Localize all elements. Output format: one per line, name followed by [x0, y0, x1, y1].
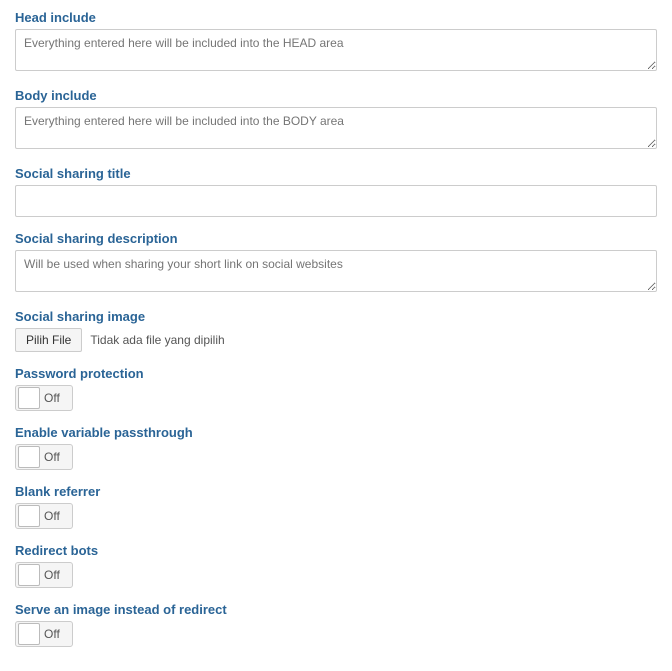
head-include-group: Head include: [15, 10, 657, 74]
redirect-bots-toggle-row: Off: [15, 562, 657, 588]
variable-passthrough-toggle[interactable]: Off: [15, 444, 73, 470]
serve-image-group: Serve an image instead of redirect Off: [15, 602, 657, 647]
variable-passthrough-toggle-row: Off: [15, 444, 657, 470]
serve-image-toggle-row: Off: [15, 621, 657, 647]
toggle-knob: [18, 446, 40, 468]
blank-referrer-toggle-row: Off: [15, 503, 657, 529]
redirect-bots-toggle[interactable]: Off: [15, 562, 73, 588]
blank-referrer-toggle[interactable]: Off: [15, 503, 73, 529]
blank-referrer-label: Blank referrer: [15, 484, 657, 499]
blank-referrer-group: Blank referrer Off: [15, 484, 657, 529]
password-protection-group: Password protection Off: [15, 366, 657, 411]
social-title-group: Social sharing title: [15, 166, 657, 217]
password-protection-toggle-row: Off: [15, 385, 657, 411]
serve-image-toggle-label: Off: [42, 627, 60, 641]
body-include-label: Body include: [15, 88, 657, 103]
social-title-input[interactable]: [15, 185, 657, 217]
toggle-knob: [18, 564, 40, 586]
password-protection-toggle[interactable]: Off: [15, 385, 73, 411]
variable-passthrough-label: Enable variable passthrough: [15, 425, 657, 440]
toggle-knob: [18, 505, 40, 527]
social-description-label: Social sharing description: [15, 231, 657, 246]
blank-referrer-toggle-label: Off: [42, 509, 60, 523]
serve-image-toggle[interactable]: Off: [15, 621, 73, 647]
social-image-group: Social sharing image Pilih File Tidak ad…: [15, 309, 657, 352]
file-no-selected-text: Tidak ada file yang dipilih: [90, 333, 224, 347]
social-title-label: Social sharing title: [15, 166, 657, 181]
body-include-textarea[interactable]: [15, 107, 657, 149]
redirect-bots-group: Redirect bots Off: [15, 543, 657, 588]
file-row: Pilih File Tidak ada file yang dipilih: [15, 328, 657, 352]
body-include-group: Body include: [15, 88, 657, 152]
serve-image-label: Serve an image instead of redirect: [15, 602, 657, 617]
head-include-textarea[interactable]: [15, 29, 657, 71]
social-description-textarea[interactable]: [15, 250, 657, 292]
toggle-knob: [18, 387, 40, 409]
variable-passthrough-toggle-label: Off: [42, 450, 60, 464]
social-description-group: Social sharing description: [15, 231, 657, 295]
social-image-label: Social sharing image: [15, 309, 657, 324]
head-include-label: Head include: [15, 10, 657, 25]
variable-passthrough-group: Enable variable passthrough Off: [15, 425, 657, 470]
file-choose-button[interactable]: Pilih File: [15, 328, 82, 352]
toggle-knob: [18, 623, 40, 645]
password-protection-label: Password protection: [15, 366, 657, 381]
redirect-bots-label: Redirect bots: [15, 543, 657, 558]
redirect-bots-toggle-label: Off: [42, 568, 60, 582]
password-protection-toggle-label: Off: [42, 391, 60, 405]
